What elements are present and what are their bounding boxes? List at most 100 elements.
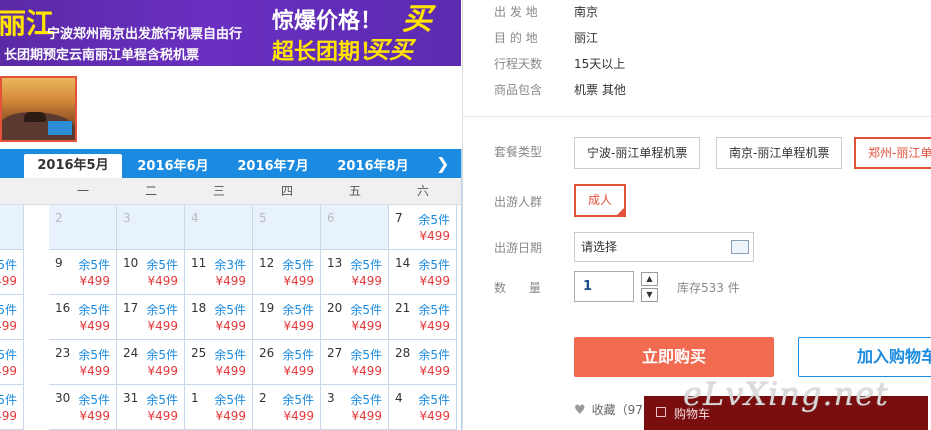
day-price: ¥499: [419, 364, 450, 378]
calendar-day-cell[interactable]: 24 余5件 ¥499: [117, 340, 185, 385]
calendar-day-cell[interactable]: 4 余5件 ¥499: [389, 385, 457, 430]
traveler-option-adult[interactable]: 成人: [574, 184, 626, 217]
stock-remaining: 余5件: [214, 348, 246, 362]
calendar-day-cell[interactable]: 12 余5件 ¥499: [253, 250, 321, 295]
calendar-day-cell[interactable]: 10 余5件 ¥499: [117, 250, 185, 295]
tab-month-1[interactable]: 2016年5月: [24, 154, 122, 178]
tab-month-2[interactable]: 2016年6月: [124, 155, 222, 178]
calendar-day-cell[interactable]: 13 余5件 ¥499: [321, 250, 389, 295]
tab-month-3[interactable]: 2016年7月: [224, 155, 322, 178]
calendar-day-cell[interactable]: 2余5件¥499: [253, 385, 321, 430]
quantity-increase-icon[interactable]: ▲: [641, 272, 658, 286]
day-price: ¥499: [215, 409, 246, 423]
day-price: ¥499: [147, 409, 178, 423]
promo-banner[interactable]: 丽江 宁波郑州南京出发旅行机票自由行 长团期预定云南丽江单程含税机票 惊爆价格！…: [0, 0, 461, 66]
price-calendar: 2016年5月 2016年6月 2016年7月 2016年8月 ❯ 日 一 二 三 四 五…: [0, 149, 462, 430]
calendar-day-cell[interactable]: 19 余5件 ¥499: [253, 295, 321, 340]
calendar-day-cell[interactable]: 1 余5件 ¥499: [185, 385, 253, 430]
calendar-day-cell[interactable]: 3 余5件 ¥499: [321, 385, 389, 430]
calendar-day-cell[interactable]: 30 余5件 ¥499: [49, 385, 117, 430]
stock-remaining: 余5件: [418, 258, 450, 272]
day-price: ¥499: [79, 319, 110, 333]
quantity-input[interactable]: 1: [574, 271, 634, 302]
calendar-day-cell[interactable]: 31 余5件 ¥499: [117, 385, 185, 430]
buy-now-button[interactable]: 立即购买: [574, 337, 774, 377]
calendar-day-cell: 6: [321, 205, 389, 250]
weekday-header: 日一二三四五六: [0, 178, 461, 205]
package-option-ningbo[interactable]: 宁波-丽江单程机票: [574, 137, 701, 169]
day-number: 31: [123, 391, 139, 405]
calendar-day-cell[interactable]: 20 余5件 ¥499: [321, 295, 389, 340]
product-thumbnail[interactable]: [0, 76, 77, 142]
destination-value: 丽江: [574, 31, 599, 45]
stock-remaining: 余5件: [0, 393, 17, 407]
duration-label: 行程天数: [494, 57, 543, 71]
calendar-day-cell[interactable]: 5余5件¥499: [0, 295, 24, 340]
day-price: ¥499: [419, 409, 450, 423]
chevron-right-icon[interactable]: ❯: [436, 154, 449, 173]
day-number: 6: [327, 211, 335, 225]
calendar-day-cell[interactable]: 18 余5件 ¥499: [185, 295, 253, 340]
calendar-month-tabs: 2016年5月 2016年6月 2016年7月 2016年8月 ❯: [0, 149, 461, 178]
calendar-icon[interactable]: [731, 240, 749, 254]
weekday-label: 四: [280, 184, 293, 198]
package-option-nanjing[interactable]: 南京-丽江单程机票: [716, 137, 843, 169]
calendar-day-cell[interactable]: 28 余5件 ¥499: [389, 340, 457, 385]
quantity-decrease-icon[interactable]: ▼: [641, 288, 658, 302]
day-number: 3: [327, 391, 335, 405]
add-to-cart-button[interactable]: 加入购物车: [798, 337, 931, 377]
day-number: 11: [191, 256, 207, 270]
package-option-zhengzhou[interactable]: 郑州-丽江单: [854, 137, 931, 169]
day-price: ¥499: [283, 319, 314, 333]
calendar-day-cell[interactable]: 17 余5件 ¥499: [117, 295, 185, 340]
weekday-label: 三: [212, 184, 225, 198]
cart-icon: [656, 407, 666, 417]
favorite-link[interactable]: ♥ 收藏（97: [574, 401, 643, 418]
weekday-label: 二: [144, 184, 157, 198]
day-number: 2: [55, 211, 63, 225]
day-number: 19: [259, 301, 275, 315]
day-number: 27: [327, 346, 343, 360]
stock-count: 库存533 件: [677, 281, 740, 295]
calendar-day-cell[interactable]: 9余5件¥499: [49, 250, 117, 295]
stock-remaining: 余5件: [418, 393, 450, 407]
day-number: 14: [395, 256, 411, 270]
calendar-day-cell[interactable]: 26 余5件 ¥499: [253, 340, 321, 385]
tab-month-4[interactable]: 2016年8月: [324, 155, 422, 178]
date-label: 出游日期: [494, 241, 543, 255]
duration-value: 15天以上: [574, 57, 626, 71]
calendar-day-cell[interactable]: 9余5件¥499: [0, 385, 24, 430]
day-price: ¥499: [147, 364, 178, 378]
date-placeholder: 请选择: [581, 240, 618, 254]
calendar-day-cell[interactable]: 7 余5件 ¥499: [389, 205, 457, 250]
departure-value: 南京: [574, 5, 599, 19]
weekday-label: 日: [0, 178, 24, 205]
day-price: ¥499: [419, 274, 450, 288]
date-picker-input[interactable]: 请选择: [574, 232, 754, 262]
weekday-label: 六: [416, 184, 429, 198]
day-price: ¥499: [283, 274, 314, 288]
calendar-day-cell[interactable]: 21 余5件 ¥499: [389, 295, 457, 340]
day-number: 25: [191, 346, 207, 360]
day-price: ¥499: [147, 274, 178, 288]
day-number: 21: [395, 301, 411, 315]
calendar-day-cell[interactable]: 16 余5件 ¥499: [49, 295, 117, 340]
calendar-day-cell[interactable]: 27 余5件 ¥499: [321, 340, 389, 385]
day-price: ¥499: [351, 364, 382, 378]
day-price: ¥499: [351, 319, 382, 333]
traveler-option-label: 成人: [587, 193, 612, 207]
calendar-day-cell[interactable]: 25 余5件 ¥499: [185, 340, 253, 385]
calendar-day-cell: 2: [49, 205, 117, 250]
calendar-day-cell[interactable]: 14 余5件 ¥499: [389, 250, 457, 295]
calendar-day-cell[interactable]: 23 余5件 ¥499: [49, 340, 117, 385]
calendar-day-cell: [0, 205, 24, 250]
day-number: 23: [55, 346, 71, 360]
weekday-label: 五: [348, 184, 361, 198]
calendar-day-cell[interactable]: 11 余3件 ¥499: [185, 250, 253, 295]
calendar-day-cell[interactable]: 2余5件¥499: [0, 340, 24, 385]
day-number: 20: [327, 301, 343, 315]
destination-label: 目 的 地: [494, 31, 538, 45]
stock-remaining: 余5件: [282, 258, 314, 272]
calendar-day-cell[interactable]: 余5件 ¥499: [0, 250, 24, 295]
stock-remaining: 余5件: [146, 303, 178, 317]
